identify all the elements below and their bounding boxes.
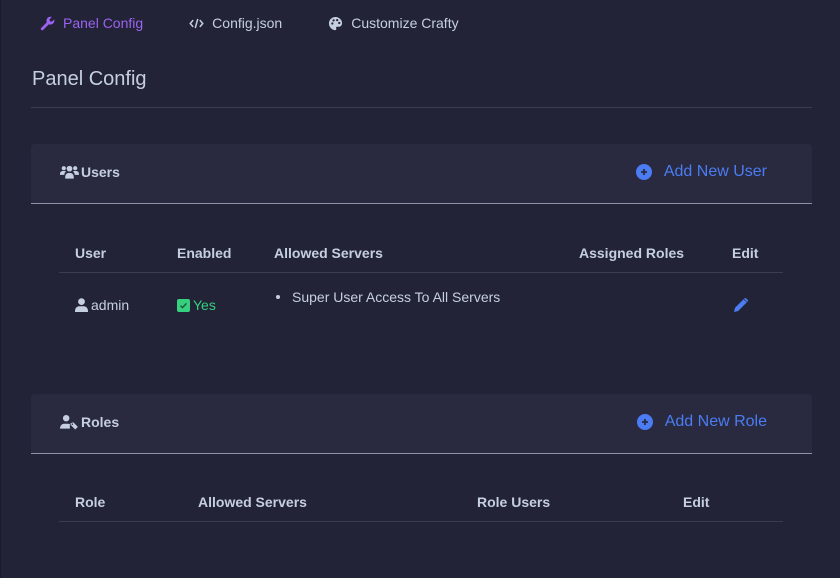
users-card-header: Users Add New User bbox=[31, 144, 812, 204]
tab-config-json[interactable]: Config.json bbox=[187, 15, 282, 31]
column-header-user: User bbox=[75, 245, 107, 261]
roles-table-header: Role Allowed Servers Role Users Edit bbox=[59, 482, 783, 522]
column-header-edit: Edit bbox=[732, 245, 759, 261]
allowed-server-item: Super User Access To All Servers bbox=[292, 289, 501, 305]
plus-circle-icon bbox=[635, 164, 652, 180]
roles-card-title: Roles bbox=[60, 414, 119, 430]
tab-label: Config.json bbox=[212, 15, 283, 31]
column-header-allowed-servers: Allowed Servers bbox=[198, 494, 307, 510]
users-title-text: Users bbox=[81, 164, 120, 180]
plus-circle-icon bbox=[636, 414, 653, 430]
user-icon bbox=[75, 298, 88, 312]
roles-title-text: Roles bbox=[81, 414, 120, 430]
edit-cell bbox=[733, 298, 748, 313]
tab-label: Panel Config bbox=[63, 15, 144, 31]
users-card-title: Users bbox=[60, 164, 120, 180]
roles-table: Role Allowed Servers Role Users Edit bbox=[59, 482, 783, 522]
tab-customize-crafty[interactable]: Customize Crafty bbox=[326, 15, 459, 31]
title-divider bbox=[31, 107, 812, 108]
column-header-assigned-roles: Assigned Roles bbox=[579, 245, 685, 261]
column-header-enabled: Enabled bbox=[177, 245, 232, 261]
column-header-allowed-servers: Allowed Servers bbox=[274, 245, 383, 261]
roles-card-header: Roles Add New Role bbox=[31, 394, 812, 454]
column-header-role-users: Role Users bbox=[477, 494, 551, 510]
wrench-icon bbox=[38, 15, 56, 31]
list-bullet bbox=[276, 295, 280, 299]
add-new-user-button[interactable]: Add New User bbox=[635, 163, 767, 181]
enabled-cell: Yes bbox=[177, 297, 216, 313]
allowed-servers-cell: Super User Access To All Servers bbox=[276, 289, 500, 305]
users-icon bbox=[60, 164, 79, 180]
add-new-role-button[interactable]: Add New Role bbox=[636, 413, 767, 431]
palette-icon bbox=[326, 15, 344, 31]
table-row: admin Yes Super User Access To All Serve… bbox=[59, 273, 783, 337]
tab-label: Customize Crafty bbox=[351, 15, 459, 31]
tab-panel-config[interactable]: Panel Config bbox=[38, 15, 143, 31]
column-header-edit: Edit bbox=[683, 494, 710, 510]
config-nav-tabs: Panel Config Config.json Customize Craft… bbox=[38, 13, 503, 33]
pencil-icon[interactable] bbox=[733, 298, 748, 313]
users-table: User Enabled Allowed Servers Assigned Ro… bbox=[59, 233, 783, 337]
user-cell: admin bbox=[75, 297, 129, 313]
enabled-status: Yes bbox=[193, 297, 216, 313]
add-new-user-label: Add New User bbox=[663, 163, 767, 180]
page-title: Panel Config bbox=[32, 68, 147, 90]
panel-config-page: Panel Config Config.json Customize Craft… bbox=[0, 0, 840, 578]
username: admin bbox=[91, 297, 130, 313]
column-header-role: Role bbox=[75, 494, 106, 510]
check-square-icon bbox=[177, 298, 190, 312]
users-table-header: User Enabled Allowed Servers Assigned Ro… bbox=[59, 233, 783, 273]
add-new-role-label: Add New Role bbox=[664, 413, 767, 430]
code-icon bbox=[187, 15, 205, 31]
user-tag-icon bbox=[60, 414, 79, 430]
